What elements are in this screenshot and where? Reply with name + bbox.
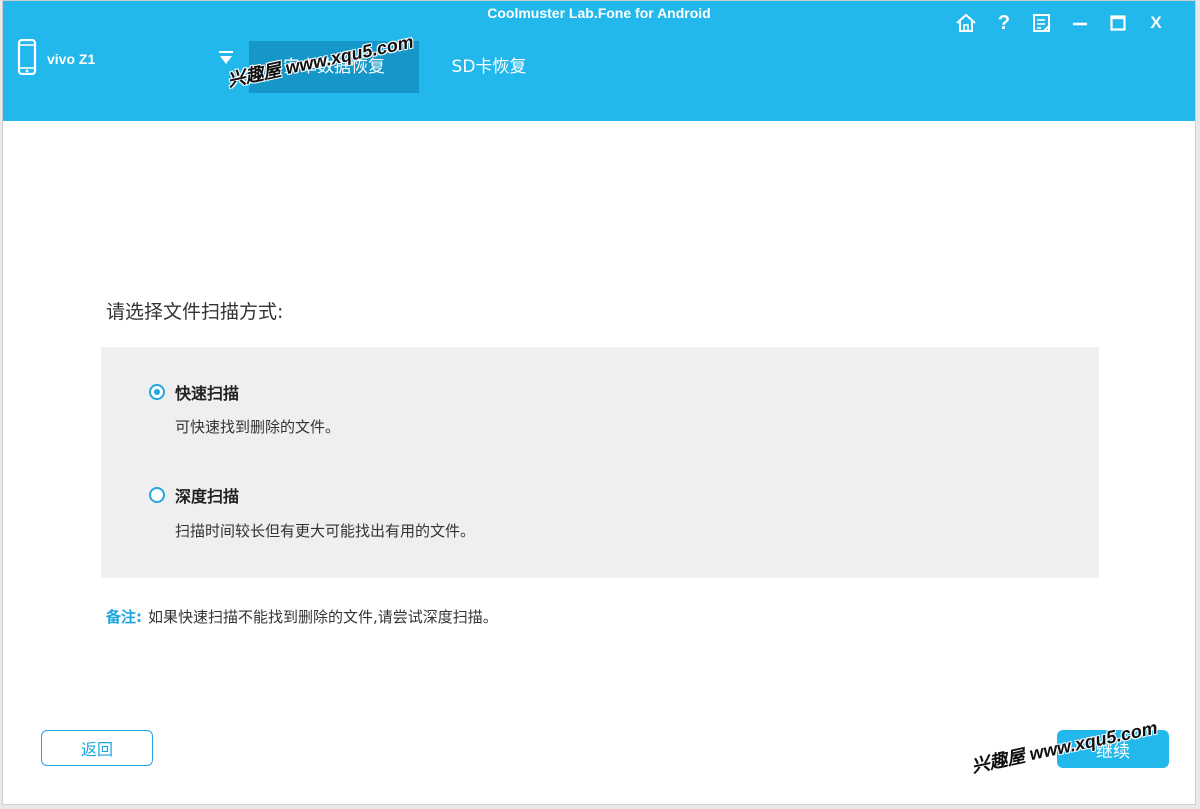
phone-icon — [17, 38, 37, 79]
quick-scan-option[interactable]: 快速扫描 — [149, 380, 239, 404]
header-bar: Coolmuster Lab.Fone for Android vivo Z1 … — [3, 1, 1195, 121]
deep-scan-radio[interactable] — [149, 487, 165, 503]
deep-scan-option[interactable]: 深度扫描 — [149, 483, 239, 507]
back-button[interactable]: 返回 — [41, 730, 153, 766]
scan-options-panel: 快速扫描 可快速找到删除的文件。 深度扫描 扫描时间较长但有更大可能找出有用的文… — [101, 347, 1099, 578]
close-icon[interactable]: X — [1137, 11, 1175, 35]
app-window: Coolmuster Lab.Fone for Android vivo Z1 … — [2, 0, 1196, 805]
device-selector[interactable]: vivo Z1 — [17, 38, 96, 79]
device-dropdown-icon[interactable] — [219, 51, 233, 71]
note-body: 如果快速扫描不能找到删除的文件,请尝试深度扫描。 — [148, 608, 498, 626]
deep-scan-description: 扫描时间较长但有更大可能找出有用的文件。 — [175, 522, 476, 540]
help-icon[interactable]: ? — [985, 11, 1023, 35]
note-text: 备注: 如果快速扫描不能找到删除的文件,请尝试深度扫描。 — [106, 606, 498, 627]
tab-android-recovery[interactable]: 安卓数据恢复 — [249, 41, 419, 93]
device-name: vivo Z1 — [47, 51, 96, 67]
quick-scan-description: 可快速找到删除的文件。 — [175, 418, 341, 436]
quick-scan-label: 快速扫描 — [175, 384, 240, 403]
home-icon[interactable] — [947, 11, 985, 35]
note-key: 备注: — [106, 608, 142, 626]
minimize-icon[interactable] — [1061, 11, 1099, 35]
window-controls: ? X — [947, 11, 1175, 35]
scan-mode-prompt: 请选择文件扫描方式: — [106, 301, 284, 323]
maximize-icon[interactable] — [1099, 11, 1137, 35]
quick-scan-radio[interactable] — [149, 384, 165, 400]
tab-sd-recovery[interactable]: SD卡恢复 — [431, 41, 547, 93]
deep-scan-label: 深度扫描 — [175, 487, 240, 506]
feedback-icon[interactable] — [1023, 11, 1061, 35]
continue-button[interactable]: 继续 — [1057, 730, 1169, 768]
